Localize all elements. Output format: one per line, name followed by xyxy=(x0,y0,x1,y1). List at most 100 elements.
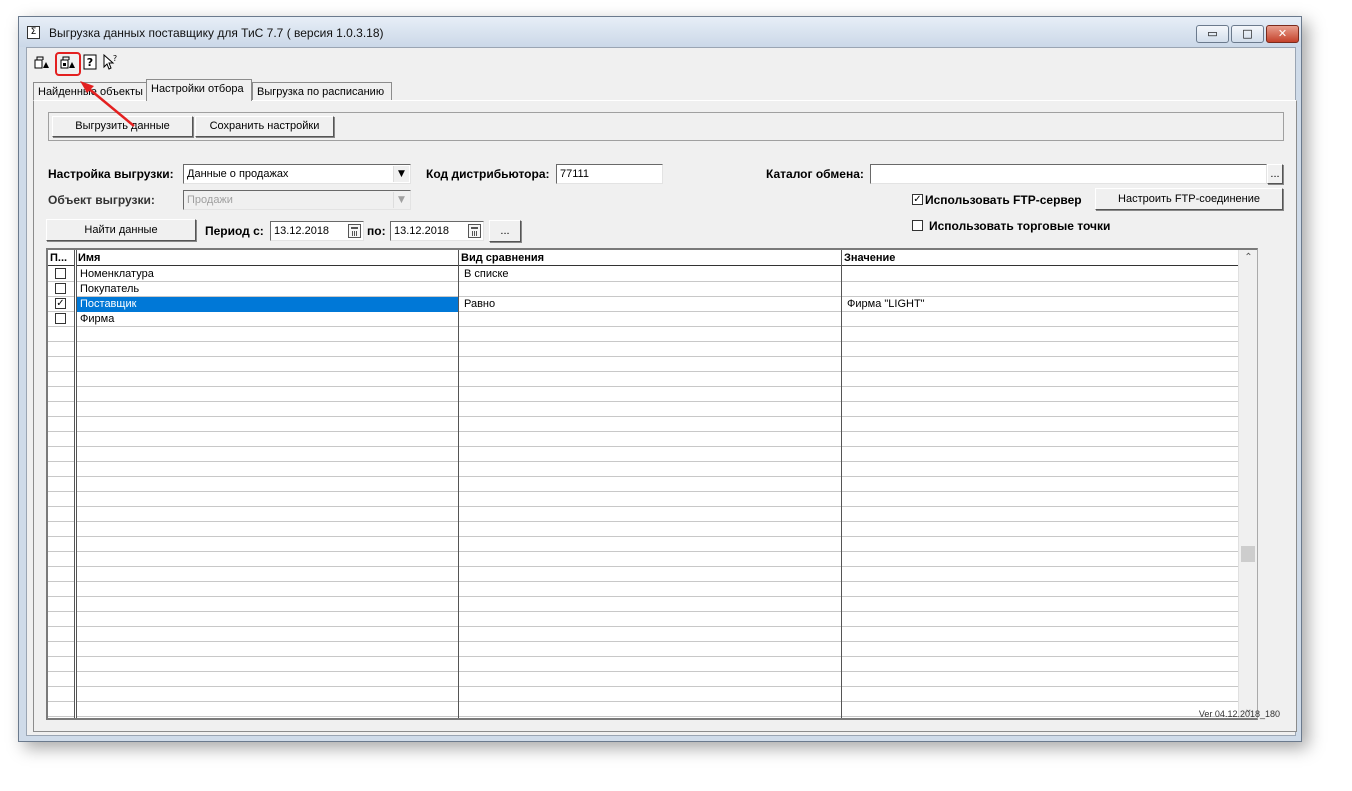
title-bar[interactable]: Σ Выгрузка данных поставщику для ТиС 7.7… xyxy=(19,17,1301,47)
row-value-cell[interactable] xyxy=(844,477,1239,492)
row-use-cell[interactable] xyxy=(48,447,74,462)
table-row[interactable] xyxy=(48,357,1239,372)
table-row[interactable]: Покупатель xyxy=(48,282,1239,297)
row-name-cell[interactable] xyxy=(77,492,458,507)
row-use-cell[interactable] xyxy=(48,267,74,282)
row-name-cell[interactable] xyxy=(77,477,458,492)
row-name-cell[interactable] xyxy=(77,387,458,402)
row-comparison-cell[interactable] xyxy=(461,462,841,477)
row-name-cell[interactable] xyxy=(77,522,458,537)
row-value-cell[interactable] xyxy=(844,402,1239,417)
tab-found-objects[interactable]: Найденные объекты xyxy=(33,82,147,101)
row-name-cell[interactable] xyxy=(77,372,458,387)
row-name-cell[interactable] xyxy=(77,642,458,657)
row-name-cell[interactable] xyxy=(77,597,458,612)
table-row[interactable] xyxy=(48,672,1239,687)
table-row[interactable] xyxy=(48,612,1239,627)
row-comparison-cell[interactable] xyxy=(461,612,841,627)
row-value-cell[interactable] xyxy=(844,582,1239,597)
row-name-cell[interactable] xyxy=(77,462,458,477)
row-comparison-cell[interactable] xyxy=(461,327,841,342)
tab-scheduled-export[interactable]: Выгрузка по расписанию xyxy=(252,82,392,101)
row-comparison-cell[interactable] xyxy=(461,387,841,402)
whats-this-icon[interactable]: ? xyxy=(101,53,119,71)
export-setting-select[interactable]: Данные о продажах ▼ xyxy=(183,164,411,184)
row-name-cell[interactable] xyxy=(77,432,458,447)
vertical-scrollbar[interactable]: ⌃ ⌄ xyxy=(1238,250,1257,718)
row-value-cell[interactable] xyxy=(844,552,1239,567)
row-name-cell[interactable] xyxy=(77,402,458,417)
row-value-cell[interactable] xyxy=(844,282,1239,297)
row-use-cell[interactable] xyxy=(48,357,74,372)
save-settings-button[interactable]: Сохранить настройки xyxy=(195,116,334,137)
table-row[interactable] xyxy=(48,507,1239,522)
calendar-icon[interactable] xyxy=(348,224,361,238)
table-row[interactable] xyxy=(48,477,1239,492)
row-comparison-cell[interactable] xyxy=(461,402,841,417)
row-name-cell[interactable] xyxy=(77,552,458,567)
row-name-cell[interactable]: Фирма xyxy=(77,312,458,327)
row-comparison-cell[interactable] xyxy=(461,597,841,612)
row-use-cell[interactable] xyxy=(48,492,74,507)
row-name-cell[interactable]: Покупатель xyxy=(77,282,458,297)
table-row[interactable] xyxy=(48,402,1239,417)
configure-ftp-button[interactable]: Настроить FTP-соединение xyxy=(1095,188,1283,210)
row-value-cell[interactable]: Фирма "LIGHT" xyxy=(844,297,1239,312)
table-row[interactable]: Номенклатура В списке xyxy=(48,267,1239,282)
row-name-cell[interactable] xyxy=(77,537,458,552)
scroll-thumb[interactable] xyxy=(1241,546,1255,562)
row-name-cell[interactable] xyxy=(77,702,458,717)
col-header-use[interactable]: П... xyxy=(48,250,76,266)
row-value-cell[interactable] xyxy=(844,642,1239,657)
row-value-cell[interactable] xyxy=(844,492,1239,507)
table-row[interactable] xyxy=(48,372,1239,387)
row-name-cell[interactable] xyxy=(77,687,458,702)
row-use-cell[interactable] xyxy=(48,537,74,552)
row-comparison-cell[interactable]: Равно xyxy=(461,297,841,312)
row-comparison-cell[interactable] xyxy=(461,312,841,327)
row-value-cell[interactable] xyxy=(844,342,1239,357)
row-comparison-cell[interactable] xyxy=(461,702,841,717)
col-header-comparison[interactable]: Вид сравнения xyxy=(459,250,842,266)
row-value-cell[interactable] xyxy=(844,657,1239,672)
browse-catalog-button[interactable]: ... xyxy=(1267,164,1283,184)
tab-selection-settings[interactable]: Настройки отбора xyxy=(146,79,252,101)
row-comparison-cell[interactable] xyxy=(461,537,841,552)
period-to-field[interactable]: 13.12.2018 xyxy=(390,221,484,241)
row-value-cell[interactable] xyxy=(844,597,1239,612)
open-icon[interactable] xyxy=(33,53,51,71)
row-use-cell[interactable] xyxy=(48,402,74,417)
row-checkbox[interactable] xyxy=(55,313,66,324)
row-use-cell[interactable] xyxy=(48,477,74,492)
table-row[interactable] xyxy=(48,597,1239,612)
row-value-cell[interactable] xyxy=(844,417,1239,432)
row-use-cell[interactable] xyxy=(48,597,74,612)
row-use-cell[interactable] xyxy=(48,657,74,672)
row-checkbox[interactable] xyxy=(55,268,66,279)
table-row[interactable] xyxy=(48,522,1239,537)
row-use-cell[interactable] xyxy=(48,462,74,477)
row-name-cell[interactable] xyxy=(77,567,458,582)
table-row[interactable] xyxy=(48,447,1239,462)
row-use-cell[interactable] xyxy=(48,642,74,657)
table-row[interactable] xyxy=(48,417,1239,432)
row-use-cell[interactable] xyxy=(48,417,74,432)
row-comparison-cell[interactable] xyxy=(461,687,841,702)
row-name-cell[interactable] xyxy=(77,342,458,357)
use-ftp-checkbox[interactable]: ✓ xyxy=(912,194,923,205)
row-value-cell[interactable] xyxy=(844,267,1239,282)
row-comparison-cell[interactable]: В списке xyxy=(461,267,841,282)
exchange-catalog-field[interactable] xyxy=(870,164,1267,184)
row-use-cell[interactable] xyxy=(48,687,74,702)
table-row[interactable] xyxy=(48,657,1239,672)
row-comparison-cell[interactable] xyxy=(461,342,841,357)
row-use-cell[interactable] xyxy=(48,342,74,357)
row-value-cell[interactable] xyxy=(844,612,1239,627)
row-comparison-cell[interactable] xyxy=(461,522,841,537)
row-name-cell[interactable] xyxy=(77,507,458,522)
table-row[interactable]: ✓ Поставщик Равно Фирма "LIGHT" xyxy=(48,297,1239,312)
row-value-cell[interactable] xyxy=(844,312,1239,327)
table-row[interactable]: Фирма xyxy=(48,312,1239,327)
row-comparison-cell[interactable] xyxy=(461,567,841,582)
row-use-cell[interactable] xyxy=(48,432,74,447)
